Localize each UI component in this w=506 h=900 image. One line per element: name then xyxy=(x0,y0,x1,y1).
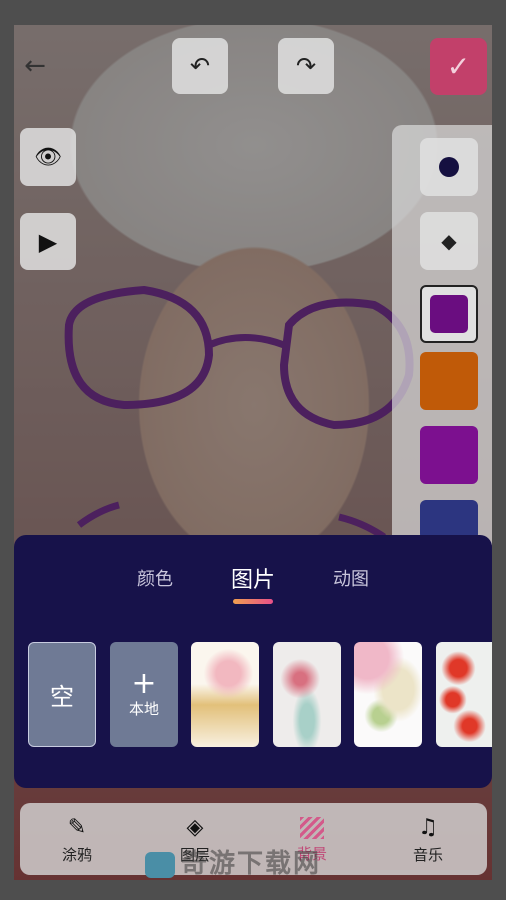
color-swatch-selected[interactable] xyxy=(420,285,478,343)
back-button[interactable]: ← xyxy=(18,48,52,84)
eraser-icon: ◆ xyxy=(441,229,457,253)
background-icon xyxy=(300,817,324,839)
undo-icon: ↶ xyxy=(189,52,211,80)
background-panel: 颜色 图片 动图 空 + 本地 xyxy=(14,535,492,788)
toggle-visibility-button[interactable]: 👁 xyxy=(20,128,76,186)
redo-icon: ↷ xyxy=(295,52,317,80)
watermark: 奇游下载网 xyxy=(145,843,321,880)
eraser-button[interactable]: ◆ xyxy=(420,212,478,270)
watermark-text: 奇游下载网 xyxy=(181,849,322,879)
nav-item-doodle[interactable]: ✎ 涂鸦 xyxy=(42,815,112,865)
image-tile[interactable] xyxy=(354,642,422,747)
tab-color[interactable]: 颜色 xyxy=(137,565,173,591)
redo-button[interactable]: ↷ xyxy=(278,38,334,94)
image-tile[interactable] xyxy=(436,642,492,747)
brush-button[interactable] xyxy=(420,138,478,196)
empty-label: 空 xyxy=(50,683,74,711)
active-tab-indicator xyxy=(233,599,273,604)
eye-hidden-icon: 👁 xyxy=(34,144,62,170)
image-tile[interactable] xyxy=(191,642,259,747)
play-button[interactable]: ▶ xyxy=(20,213,76,270)
nav-label: 音乐 xyxy=(412,846,443,864)
local-upload-tile[interactable]: + 本地 xyxy=(110,642,178,747)
plus-icon: + xyxy=(131,666,157,701)
layers-icon: ◈ xyxy=(186,815,204,840)
local-label: 本地 xyxy=(128,700,159,718)
image-tile[interactable] xyxy=(273,642,341,747)
color-swatch[interactable] xyxy=(420,426,478,484)
color-swatch[interactable] xyxy=(420,500,478,540)
nav-label: 涂鸦 xyxy=(61,846,92,864)
tab-image[interactable]: 图片 xyxy=(231,562,275,594)
arrow-left-icon: ← xyxy=(24,51,46,81)
empty-tile[interactable]: 空 xyxy=(28,642,96,747)
color-swatch[interactable] xyxy=(420,352,478,410)
brush-dot-icon xyxy=(439,157,459,177)
tab-animated[interactable]: 动图 xyxy=(333,565,369,591)
chat-bubble-icon xyxy=(145,851,175,878)
pencil-icon: ✎ xyxy=(67,815,87,840)
play-icon: ▶ xyxy=(38,227,58,256)
music-note-icon: ♫ xyxy=(418,815,438,840)
confirm-button[interactable]: ✓ xyxy=(430,38,487,95)
undo-button[interactable]: ↶ xyxy=(172,38,228,94)
nav-item-music[interactable]: ♫ 音乐 xyxy=(393,815,463,865)
check-icon: ✓ xyxy=(446,50,471,83)
